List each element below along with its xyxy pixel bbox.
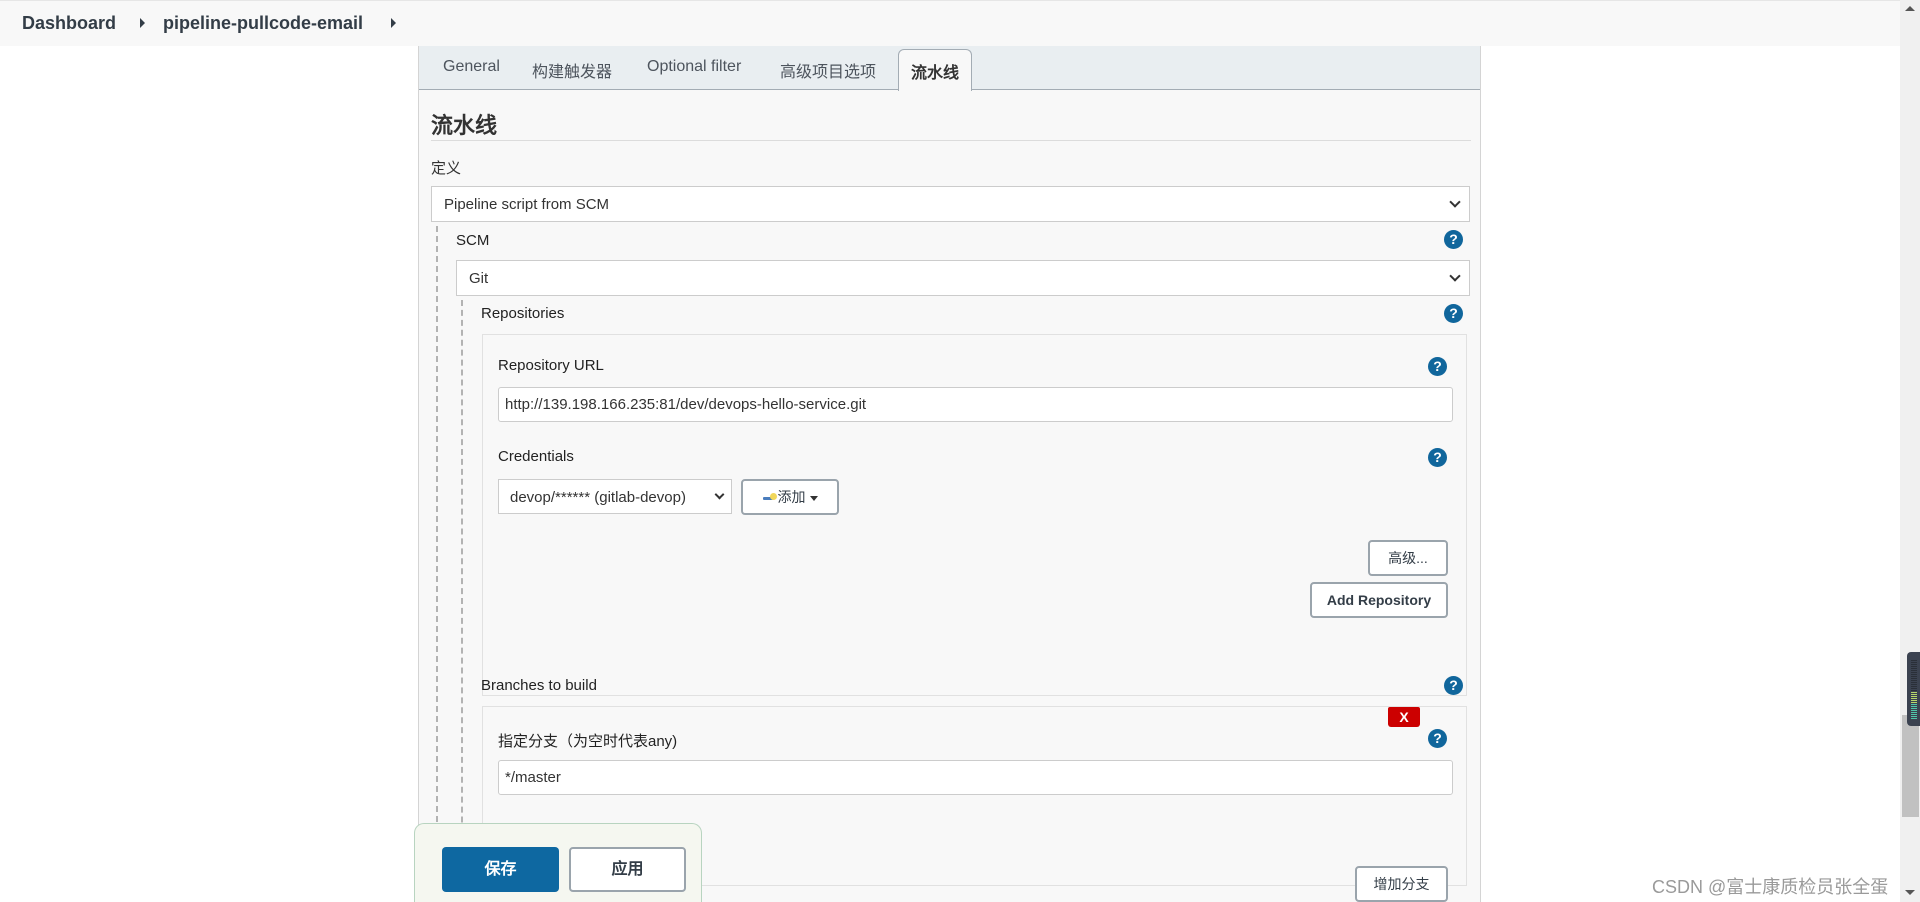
- watermark: CSDN @富士康质检员张全蛋: [1652, 877, 1889, 897]
- branch-specifier-label: 指定分支（为空时代表any): [498, 733, 678, 750]
- meter-bar: [1911, 676, 1917, 677]
- tab-build-triggers[interactable]: 构建触发器: [532, 58, 612, 82]
- meter-bar: [1911, 698, 1917, 699]
- meter-bar: [1911, 704, 1917, 705]
- chevron-down-icon: [714, 489, 725, 500]
- meter-bar: [1911, 664, 1917, 665]
- nesting-guide: [436, 226, 438, 902]
- meter-bar: [1911, 682, 1917, 683]
- meter-bar: [1911, 662, 1917, 663]
- meter-bar: [1911, 690, 1917, 691]
- meter-bar: [1911, 670, 1917, 671]
- nesting-guide: [461, 300, 463, 902]
- definition-label: 定义: [431, 160, 462, 177]
- chevron-down-icon: [1449, 270, 1461, 282]
- scroll-down-arrow-icon[interactable]: [1905, 890, 1915, 895]
- apply-button[interactable]: 应用: [569, 847, 686, 892]
- key-icon: [762, 493, 777, 503]
- help-icon[interactable]: ?: [1444, 304, 1463, 323]
- help-icon[interactable]: ?: [1444, 676, 1463, 695]
- config-panel: General 构建触发器 Optional filter 高级项目选项 流水线…: [418, 46, 1481, 902]
- save-button[interactable]: 保存: [442, 847, 559, 892]
- add-repository-button[interactable]: Add Repository: [1310, 582, 1448, 618]
- meter-bar: [1911, 710, 1917, 711]
- meter-bar: [1911, 678, 1917, 679]
- advanced-button[interactable]: 高级...: [1368, 540, 1448, 576]
- section-title: 流水线: [431, 113, 498, 138]
- meter-bar: [1911, 712, 1917, 713]
- branch-specifier-input[interactable]: */master: [498, 760, 1453, 795]
- scm-select-value: Git: [469, 270, 489, 287]
- meter-bar: [1911, 674, 1917, 675]
- meter-bar: [1911, 672, 1917, 673]
- save-bar: 保存 应用: [414, 823, 702, 902]
- breadcrumb-bar: Dashboard pipeline-pullcode-email: [0, 0, 1900, 46]
- chevron-down-icon: [1449, 196, 1461, 208]
- meter-bar: [1911, 660, 1917, 661]
- repositories-label: Repositories: [481, 305, 565, 322]
- repository-box: Repository URL ? http://139.198.166.235:…: [482, 334, 1467, 696]
- scroll-thumb[interactable]: [1902, 715, 1919, 817]
- meter-bar: [1911, 708, 1917, 709]
- meter-bar: [1911, 700, 1917, 701]
- help-icon[interactable]: ?: [1444, 230, 1463, 249]
- caret-down-icon: [809, 495, 818, 501]
- help-icon[interactable]: ?: [1428, 729, 1447, 748]
- tab-pipeline[interactable]: 流水线: [898, 49, 973, 91]
- delete-branch-button[interactable]: X: [1388, 707, 1420, 727]
- definition-select-value: Pipeline script from SCM: [444, 196, 610, 213]
- tab-optional-filter[interactable]: Optional filter: [647, 58, 741, 76]
- meter-bar: [1911, 688, 1917, 689]
- add-credentials-button[interactable]: 添加: [741, 479, 839, 515]
- meter-bar: [1911, 680, 1917, 681]
- breadcrumb-separator-icon[interactable]: [140, 18, 145, 28]
- meter-bar: [1911, 684, 1917, 685]
- audio-meter-widget: [1907, 652, 1920, 726]
- credentials-select[interactable]: devop/****** (gitlab-devop): [498, 479, 732, 514]
- tab-general[interactable]: General: [443, 58, 500, 76]
- breadcrumb-separator-icon[interactable]: [391, 18, 396, 28]
- help-icon[interactable]: ?: [1428, 448, 1447, 467]
- meter-bar: [1911, 718, 1917, 719]
- meter-bar: [1911, 666, 1917, 667]
- meter-bar: [1911, 702, 1917, 703]
- breadcrumb-job[interactable]: pipeline-pullcode-email: [163, 13, 363, 34]
- meter-bar: [1911, 694, 1917, 695]
- scm-select[interactable]: Git: [456, 260, 1470, 296]
- credentials-label: Credentials: [498, 448, 574, 465]
- repository-url-input[interactable]: http://139.198.166.235:81/dev/devops-hel…: [498, 387, 1453, 422]
- repository-url-label: Repository URL: [498, 357, 604, 374]
- breadcrumb-dashboard[interactable]: Dashboard: [22, 13, 116, 34]
- scroll-up-arrow-icon[interactable]: [1905, 6, 1915, 11]
- add-branch-button[interactable]: 增加分支: [1355, 866, 1448, 902]
- meter-bar: [1911, 716, 1917, 717]
- config-tabs: General 构建触发器 Optional filter 高级项目选项 流水线: [419, 46, 1480, 91]
- branches-label: Branches to build: [481, 677, 597, 694]
- tab-advanced-project-options[interactable]: 高级项目选项: [780, 58, 876, 82]
- meter-bar: [1911, 692, 1917, 693]
- definition-select[interactable]: Pipeline script from SCM: [431, 186, 1470, 222]
- scm-label: SCM: [456, 232, 490, 249]
- meter-bar: [1911, 706, 1917, 707]
- credentials-select-value: devop/****** (gitlab-devop): [510, 489, 686, 506]
- add-credentials-label: 添加: [777, 489, 806, 505]
- meter-bar: [1911, 668, 1917, 669]
- meter-bar: [1911, 686, 1917, 687]
- meter-bar: [1911, 696, 1917, 697]
- section-divider: [431, 140, 1471, 141]
- page-scrollbar[interactable]: [1900, 0, 1920, 902]
- meter-bar: [1911, 714, 1917, 715]
- help-icon[interactable]: ?: [1428, 357, 1447, 376]
